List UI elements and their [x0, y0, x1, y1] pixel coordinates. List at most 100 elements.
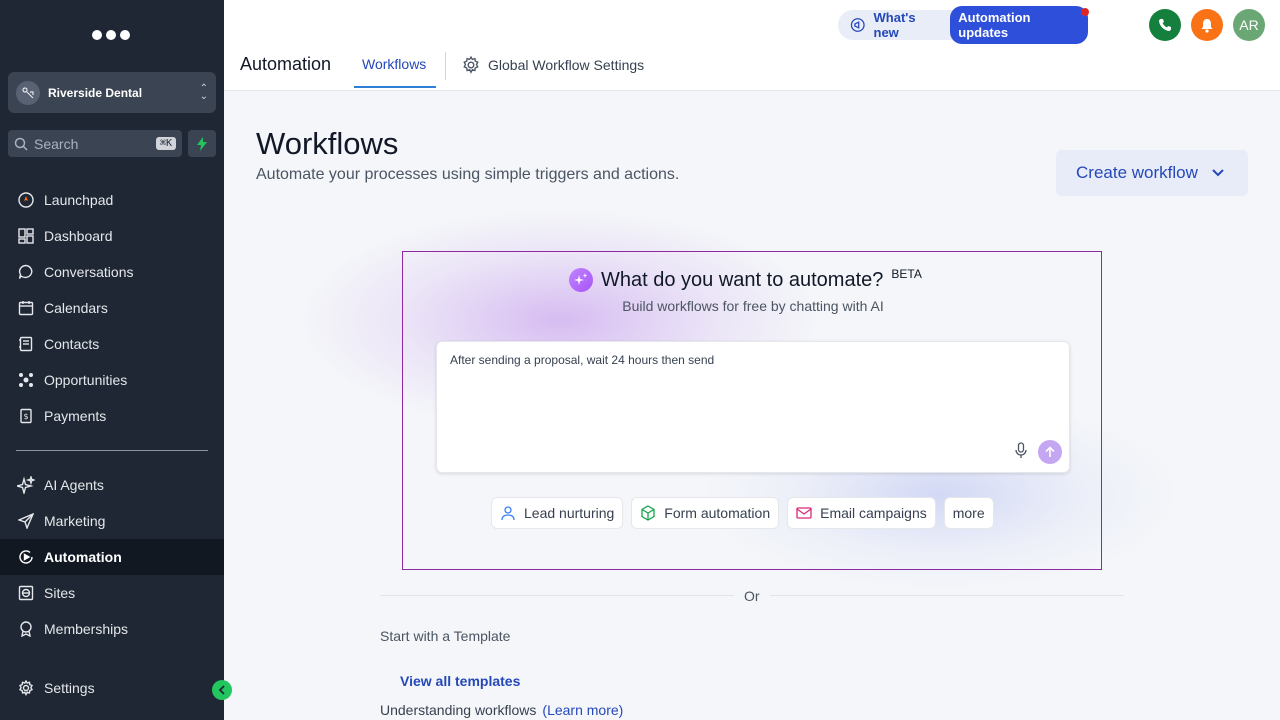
chevron-updown-icon: ⌃ ⌄	[199, 82, 208, 102]
sidebar-item-label: Dashboard	[44, 228, 113, 244]
chat-icon	[16, 262, 36, 282]
chip-label: more	[952, 505, 985, 521]
sidebar-item-conversations[interactable]: Conversations	[0, 254, 224, 290]
create-workflow-label: Create workflow	[1076, 163, 1198, 182]
sidebar-item-automation[interactable]: Automation	[0, 539, 224, 575]
tab-global-workflow-settings[interactable]: Global Workflow Settings	[462, 56, 644, 74]
sidebar-item-payments[interactable]: $ Payments	[0, 398, 224, 434]
sidebar-item-sites[interactable]: Sites	[0, 575, 224, 611]
sidebar-item-label: Marketing	[44, 513, 106, 529]
sidebar-item-dashboard[interactable]: Dashboard	[0, 218, 224, 254]
quick-action-button[interactable]	[188, 130, 216, 157]
arrow-up-icon	[1045, 446, 1055, 457]
mail-icon	[796, 506, 812, 520]
ai-title-row: What do you want to automate? BETA	[569, 267, 922, 292]
ai-prompt-input[interactable]: After sending a proposal, wait 24 hours …	[436, 341, 1070, 473]
send-icon	[16, 511, 36, 531]
whats-new-label: What's new	[873, 10, 916, 40]
ai-subtitle: Build workflows for free by chatting wit…	[622, 298, 884, 314]
view-all-templates-link[interactable]: View all templates	[400, 673, 520, 689]
account-name: Riverside Dental	[48, 85, 143, 100]
ai-sparkle-icon	[569, 268, 593, 292]
sidebar-item-settings[interactable]: Settings	[0, 670, 224, 706]
user-icon	[500, 505, 516, 521]
or-separator: Or	[744, 588, 760, 604]
avatar-initials: AR	[1239, 17, 1259, 33]
account-switcher[interactable]: Riverside Dental ⌃ ⌄	[8, 72, 216, 113]
search-shortcut: ⌘K	[155, 137, 176, 150]
learn-more-link[interactable]: (Learn more)	[542, 702, 623, 718]
automation-updates-badge[interactable]: Automation updates	[950, 6, 1088, 44]
sidebar-item-calendars[interactable]: Calendars	[0, 290, 224, 326]
tab-label: Global Workflow Settings	[488, 57, 645, 73]
calendar-icon	[16, 298, 36, 318]
sidebar-item-label: Memberships	[44, 621, 129, 637]
active-tab-indicator	[354, 86, 436, 88]
sparkle-icon	[16, 475, 36, 495]
sidebar-item-label: Sites	[44, 585, 76, 601]
microphone-icon	[1015, 442, 1027, 458]
tab-workflows[interactable]: Workflows	[362, 56, 426, 72]
page-title: Automation	[240, 54, 332, 74]
top-header: What's new Automation updates AR Automat…	[224, 0, 1280, 91]
search-icon	[14, 137, 28, 151]
suggestion-chips: Lead nurturing Form automation Email cam…	[491, 497, 994, 529]
sidebar-item-contacts[interactable]: Contacts	[0, 326, 224, 362]
ai-prompt-value: After sending a proposal, wait 24 hours …	[450, 353, 715, 367]
chevron-left-icon	[218, 685, 225, 695]
avatar[interactable]: AR	[1233, 9, 1265, 41]
rocket-icon	[16, 190, 36, 210]
svg-text:$: $	[23, 412, 28, 421]
chip-label: Lead nurturing	[524, 505, 615, 521]
gear-icon	[16, 678, 36, 698]
send-button[interactable]	[1038, 440, 1062, 464]
notification-dot	[1081, 8, 1089, 16]
search-input[interactable]: Search ⌘K	[8, 130, 182, 157]
globe-icon	[16, 583, 36, 603]
ai-title: What do you want to automate?	[601, 268, 884, 291]
chip-label: Form automation	[664, 505, 771, 521]
understanding-workflows: Understanding workflows (Learn more)	[380, 702, 623, 718]
sidebar-item-label: Automation	[44, 549, 122, 565]
opportunities-icon	[16, 370, 36, 390]
workflows-subtitle: Automate your processes using simple tri…	[256, 166, 680, 183]
beta-badge: BETA	[891, 267, 922, 281]
nav-divider	[16, 450, 208, 451]
understanding-label: Understanding workflows	[380, 702, 537, 718]
gear-icon	[463, 56, 479, 74]
sidebar-item-label: Contacts	[44, 336, 100, 352]
contacts-icon	[16, 334, 36, 354]
divider-line	[380, 595, 734, 596]
sidebar-item-opportunities[interactable]: Opportunities	[0, 362, 224, 398]
template-section-title: Start with a Template	[380, 628, 511, 644]
sidebar-item-label: Calendars	[44, 300, 108, 316]
sidebar-item-launchpad[interactable]: Launchpad	[0, 182, 224, 218]
phone-icon	[1159, 19, 1171, 31]
nav-secondary: AI Agents Marketing Automation Sites Mem…	[0, 467, 224, 647]
app-logo[interactable]	[92, 30, 130, 40]
microphone-button[interactable]	[1014, 442, 1028, 465]
lightning-icon	[197, 136, 207, 151]
sidebar-item-marketing[interactable]: Marketing	[0, 503, 224, 539]
phone-button[interactable]	[1149, 9, 1181, 41]
search-placeholder: Search	[34, 135, 79, 152]
create-workflow-button[interactable]: Create workflow	[1056, 150, 1248, 196]
chip-form-automation[interactable]: Form automation	[631, 497, 780, 529]
sidebar-item-label: Launchpad	[44, 192, 114, 208]
announcement-icon	[850, 18, 865, 32]
sidebar-item-label: Opportunities	[44, 372, 128, 388]
cube-icon	[640, 505, 656, 521]
sidebar-item-label: Settings	[44, 680, 95, 696]
bell-icon	[1201, 18, 1213, 33]
notifications-button[interactable]	[1191, 9, 1223, 41]
whats-new-button[interactable]: What's new Automation updates	[838, 6, 1088, 44]
chip-email-campaigns[interactable]: Email campaigns	[787, 497, 936, 529]
sidebar-item-memberships[interactable]: Memberships	[0, 611, 224, 647]
chip-lead-nurturing[interactable]: Lead nurturing	[491, 497, 624, 529]
sidebar: Riverside Dental ⌃ ⌄ Search ⌘K Launchpad …	[0, 0, 224, 720]
chip-more[interactable]: more	[943, 497, 994, 529]
sidebar-item-ai-agents[interactable]: AI Agents	[0, 467, 224, 503]
sidebar-collapse-button[interactable]	[212, 680, 232, 700]
sidebar-item-settings-wrap: Settings	[0, 670, 224, 706]
badge-icon	[16, 619, 36, 639]
